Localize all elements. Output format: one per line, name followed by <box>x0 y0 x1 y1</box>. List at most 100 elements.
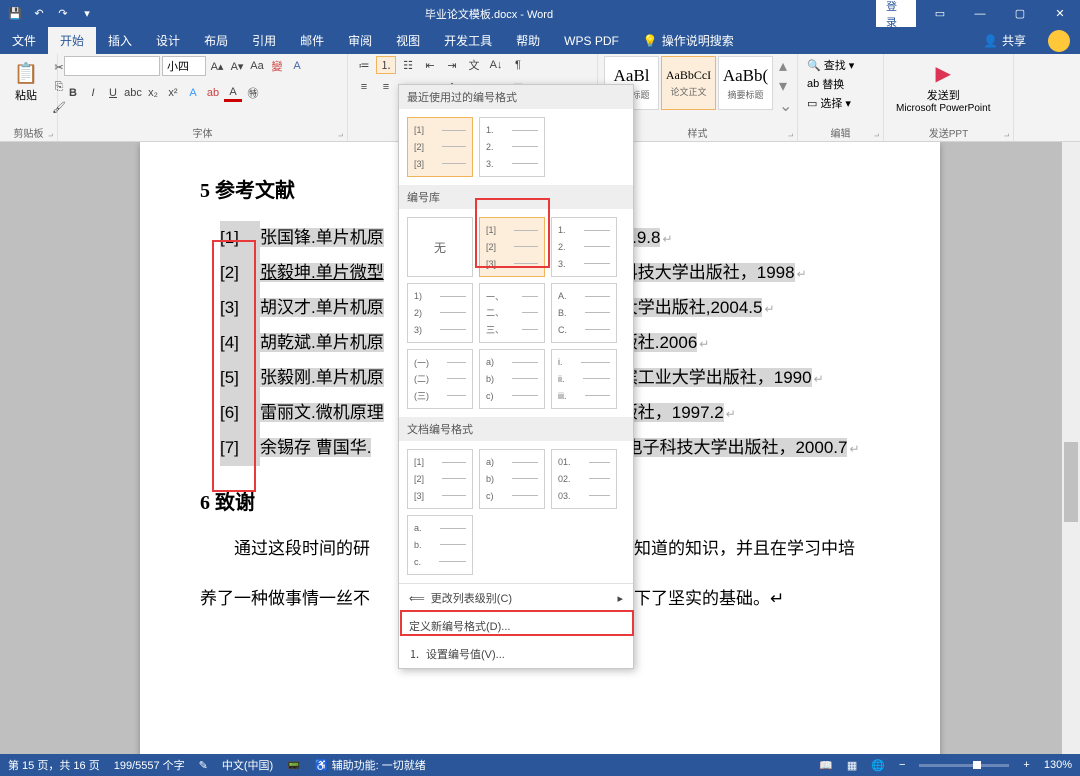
select-button[interactable]: ▭ 选择 ▾ <box>804 94 857 112</box>
align-center-icon[interactable]: ≡ <box>376 78 396 96</box>
strike-icon[interactable]: abc <box>124 84 142 102</box>
maximize-icon[interactable]: ▢ <box>1000 0 1040 27</box>
clear-format-icon[interactable]: A <box>288 57 306 75</box>
styles-down-icon[interactable]: ▾ <box>779 76 792 96</box>
change-case-icon[interactable]: Aa <box>248 57 266 75</box>
save-icon[interactable]: 💾 <box>4 3 26 25</box>
status-accessibility[interactable]: ♿ 辅助功能: 一切就绪 <box>315 757 426 773</box>
text-effects-icon[interactable]: A <box>184 84 202 102</box>
nd-roman[interactable]: i.ii.iii. <box>551 349 617 409</box>
nd-cjk[interactable]: 一、二、三、 <box>479 283 545 343</box>
view-read-icon[interactable]: 📖 <box>819 759 833 772</box>
style-body[interactable]: AaBbCcI论文正文 <box>661 56 716 110</box>
nd-define-new[interactable]: 定义新编号格式(D)... <box>399 612 633 640</box>
align-left-icon[interactable]: ≡ <box>354 78 374 96</box>
shrink-font-icon[interactable]: A▾ <box>228 57 246 75</box>
underline-icon[interactable]: U <box>104 84 122 102</box>
tab-wps[interactable]: WPS PDF <box>552 27 631 54</box>
ppt-icon: ▶ <box>929 59 957 87</box>
subscript-icon[interactable]: x₂ <box>144 84 162 102</box>
nd-change-level[interactable]: ⟸更改列表级别(C)▸ <box>399 584 633 612</box>
status-spellcheck-icon[interactable]: ✎ <box>199 759 208 772</box>
grow-font-icon[interactable]: A▴ <box>208 57 226 75</box>
minimize-icon[interactable]: — <box>960 0 1000 27</box>
tab-insert[interactable]: 插入 <box>96 27 144 54</box>
increase-indent-icon[interactable]: ⇥ <box>442 56 462 74</box>
superscript-icon[interactable]: x² <box>164 84 182 102</box>
numbering-icon[interactable]: ⒈ <box>376 56 396 74</box>
nd-recent-header: 最近使用过的编号格式 <box>399 85 633 109</box>
paste-button[interactable]: 📋 粘贴 <box>6 56 46 106</box>
ribbon-options-icon[interactable]: ▭ <box>920 0 960 27</box>
vertical-scrollbar[interactable] <box>1062 142 1080 754</box>
nd-recent-dot[interactable]: 1.2.3. <box>479 117 545 177</box>
nd-cjkparen[interactable]: (一)(二)(三) <box>407 349 473 409</box>
redo-icon[interactable]: ↷ <box>52 3 74 25</box>
tab-view[interactable]: 视图 <box>384 27 432 54</box>
nd-bracket[interactable]: [1][2][3] <box>479 217 545 277</box>
asian-layout-icon[interactable]: 文 <box>464 56 484 74</box>
nd-dot[interactable]: 1.2.3. <box>551 217 617 277</box>
phonetic-icon[interactable]: 變 <box>268 57 286 75</box>
status-page[interactable]: 第 15 页，共 16 页 <box>8 757 100 773</box>
status-lang[interactable]: 中文(中国) <box>222 757 273 773</box>
zoom-slider[interactable] <box>919 764 1009 767</box>
nd-aparen[interactable]: a)b)c) <box>479 349 545 409</box>
status-words[interactable]: 199/5557 个字 <box>114 757 185 773</box>
group-editing: 编辑 <box>804 124 877 141</box>
undo-icon[interactable]: ↶ <box>28 3 50 25</box>
show-marks-icon[interactable]: ¶ <box>508 56 528 74</box>
tab-design[interactable]: 设计 <box>144 27 192 54</box>
highlight-icon[interactable]: ab <box>204 84 222 102</box>
multilevel-icon[interactable]: ☷ <box>398 56 418 74</box>
tab-mailings[interactable]: 邮件 <box>288 27 336 54</box>
scrollbar-thumb[interactable] <box>1064 442 1078 522</box>
italic-icon[interactable]: I <box>84 84 102 102</box>
tab-file[interactable]: 文件 <box>0 27 48 54</box>
style-abstract[interactable]: AaBb(摘要标题 <box>718 56 773 110</box>
view-print-icon[interactable]: ▦ <box>847 759 857 772</box>
font-name-select[interactable] <box>64 56 160 76</box>
nd-doc-abc2[interactable]: a.b.c. <box>407 515 473 575</box>
font-color-icon[interactable]: A <box>224 84 242 102</box>
replace-button[interactable]: ab 替换 <box>804 75 857 93</box>
nd-docfmt-header: 文档编号格式 <box>399 417 633 441</box>
status-input-icon[interactable]: 📟 <box>287 759 301 772</box>
group-font: 字体 <box>64 124 341 141</box>
nd-doc-zero[interactable]: 01.02.03. <box>551 449 617 509</box>
enclose-icon[interactable]: ㊕ <box>244 84 262 102</box>
zoom-out-icon[interactable]: − <box>899 759 905 771</box>
tab-home[interactable]: 开始 <box>48 27 96 54</box>
emoji-icon[interactable] <box>1048 30 1070 52</box>
view-web-icon[interactable]: 🌐 <box>871 759 885 772</box>
decrease-indent-icon[interactable]: ⇤ <box>420 56 440 74</box>
nd-doc-bracket[interactable]: [1][2][3] <box>407 449 473 509</box>
tab-references[interactable]: 引用 <box>240 27 288 54</box>
qat-more-icon[interactable]: ▾ <box>76 3 98 25</box>
nd-none[interactable]: 无 <box>407 217 473 277</box>
sort-icon[interactable]: A↓ <box>486 56 506 74</box>
share-button[interactable]: 👤共享 <box>971 32 1038 49</box>
tab-layout[interactable]: 布局 <box>192 27 240 54</box>
zoom-level[interactable]: 130% <box>1044 759 1072 771</box>
find-button[interactable]: 🔍 查找 ▾ <box>804 56 857 74</box>
tell-me[interactable]: 💡操作说明搜索 <box>631 27 746 54</box>
nd-doc-aparen[interactable]: a)b)c) <box>479 449 545 509</box>
nd-set-value[interactable]: ⒈设置编号值(V)... <box>399 640 633 668</box>
send-to-ppt-button[interactable]: ▶ 发送到 Microsoft PowerPoint <box>890 56 996 117</box>
font-size-select[interactable] <box>162 56 206 76</box>
nd-abc[interactable]: A.B.C. <box>551 283 617 343</box>
close-icon[interactable]: ✕ <box>1040 0 1080 27</box>
zoom-in-icon[interactable]: + <box>1023 759 1029 771</box>
tab-review[interactable]: 审阅 <box>336 27 384 54</box>
bold-icon[interactable]: B <box>64 84 82 102</box>
nd-paren[interactable]: 1)2)3) <box>407 283 473 343</box>
bullets-icon[interactable]: ≔ <box>354 56 374 74</box>
styles-up-icon[interactable]: ▴ <box>779 56 792 76</box>
styles-more-icon[interactable]: ⌄ <box>779 96 792 116</box>
login-button[interactable]: 登录 <box>876 0 916 27</box>
tab-developer[interactable]: 开发工具 <box>432 27 504 54</box>
tab-help[interactable]: 帮助 <box>504 27 552 54</box>
nd-recent-bracket[interactable]: [1][2][3] <box>407 117 473 177</box>
level-icon: ⟸ <box>409 592 425 605</box>
